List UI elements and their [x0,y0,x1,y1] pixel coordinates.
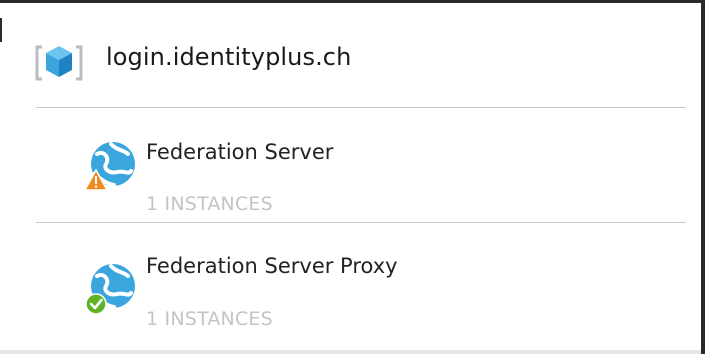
window-bottom-edge [0,350,701,354]
web-role-globe-icon [84,142,135,191]
role-item-federation-server-proxy[interactable]: Federation Server Proxy 1 INSTANCES [0,224,701,336]
cloud-service-panel: login.identityplus.ch Federation Server … [0,0,705,354]
cloud-service-cube-icon [35,45,83,81]
web-role-globe-icon [85,264,135,315]
role-name: Federation Server Proxy [146,254,398,278]
check-icon [85,293,107,315]
role-instance-count: 1 INSTANCES [146,193,273,215]
role-divider [36,222,686,223]
role-instance-count: 1 INSTANCES [146,308,273,330]
service-title: login.identityplus.ch [106,43,352,71]
window-right-edge [701,0,705,354]
header-divider [36,107,686,108]
service-header[interactable]: login.identityplus.ch [0,3,701,109]
role-item-federation-server[interactable]: Federation Server 1 INSTANCES [0,110,701,222]
role-name: Federation Server [146,140,334,164]
